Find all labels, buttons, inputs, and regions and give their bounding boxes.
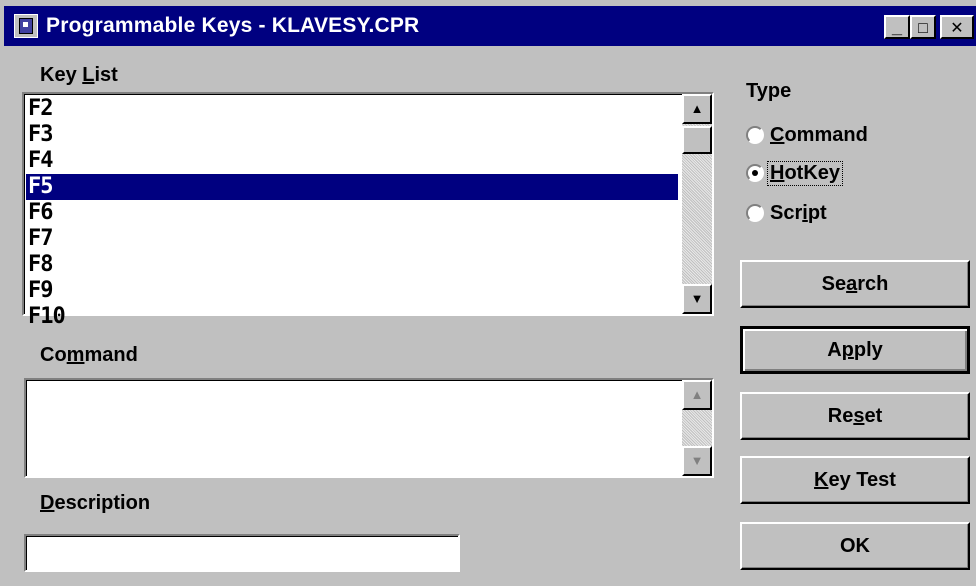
key-list-listbox[interactable]: F2 F3 F4 F5 F6 F7 F8 F9 F10 ▲ ▼	[22, 92, 714, 329]
type-radio-script[interactable]: Script	[746, 198, 829, 228]
title-bar[interactable]: Programmable Keys - KLAVESY.CPR _ □ ✕	[4, 6, 976, 46]
command-scroll-up-button[interactable]: ▲	[682, 380, 712, 410]
command-scrollbar[interactable]: ▲ ▼	[682, 380, 712, 476]
apply-button[interactable]: Apply	[740, 326, 970, 374]
close-icon: ✕	[950, 20, 964, 37]
maximize-icon: □	[918, 20, 928, 37]
app-icon[interactable]	[14, 14, 38, 38]
key-list-label: Key List	[40, 64, 118, 86]
key-list-item[interactable]: F4	[26, 148, 678, 174]
search-button[interactable]: Search	[740, 260, 970, 308]
radio-label: Command	[770, 123, 868, 146]
arrow-down-icon: ▼	[690, 291, 704, 306]
key-list-item[interactable]: F3	[26, 122, 678, 148]
scroll-up-button[interactable]: ▲	[682, 94, 712, 124]
key-list-item[interactable]: F10	[26, 304, 678, 330]
key-list-item[interactable]: F7	[26, 226, 678, 252]
key-list-item[interactable]: F9	[26, 278, 678, 304]
programmable-keys-dialog: Programmable Keys - KLAVESY.CPR _ □ ✕ Ke…	[0, 0, 976, 586]
arrow-up-icon: ▲	[690, 101, 704, 116]
radio-button-icon[interactable]	[746, 164, 764, 182]
arrow-up-icon: ▲	[690, 387, 704, 402]
key-list-item[interactable]: F6	[26, 200, 678, 226]
command-textarea[interactable]: ▲ ▼	[24, 378, 714, 478]
key-list-item[interactable]: F8	[26, 252, 678, 278]
arrow-down-icon: ▼	[690, 453, 704, 468]
type-label: Type	[746, 80, 792, 102]
minimize-icon: _	[891, 17, 902, 37]
key-test-button[interactable]: Key Test	[740, 456, 970, 504]
radio-button-icon[interactable]	[746, 204, 764, 222]
radio-label: Script	[770, 201, 827, 224]
key-list-item[interactable]: F5	[26, 174, 678, 200]
minimize-button[interactable]: _	[884, 15, 910, 39]
type-radio-hotkey[interactable]: HotKey	[746, 158, 844, 188]
command-label: Command	[40, 344, 138, 366]
radio-button-icon[interactable]	[746, 126, 764, 144]
window-title: Programmable Keys - KLAVESY.CPR	[46, 14, 420, 37]
ok-button[interactable]: OK	[740, 522, 970, 570]
scroll-thumb[interactable]	[682, 126, 712, 154]
command-scroll-down-button[interactable]: ▼	[682, 446, 712, 476]
radio-label: HotKey	[766, 160, 844, 186]
type-radio-command[interactable]: Command	[746, 120, 870, 150]
close-button[interactable]: ✕	[940, 15, 974, 39]
description-input[interactable]	[24, 534, 460, 572]
maximize-button[interactable]: □	[910, 15, 936, 39]
description-label: Description	[40, 492, 151, 514]
scroll-down-button[interactable]: ▼	[682, 284, 712, 314]
key-list-items: F2 F3 F4 F5 F6 F7 F8 F9 F10	[26, 96, 678, 330]
reset-button[interactable]: Reset	[740, 392, 970, 440]
key-list-item[interactable]: F2	[26, 96, 678, 122]
key-list-scrollbar[interactable]: ▲ ▼	[682, 94, 712, 314]
